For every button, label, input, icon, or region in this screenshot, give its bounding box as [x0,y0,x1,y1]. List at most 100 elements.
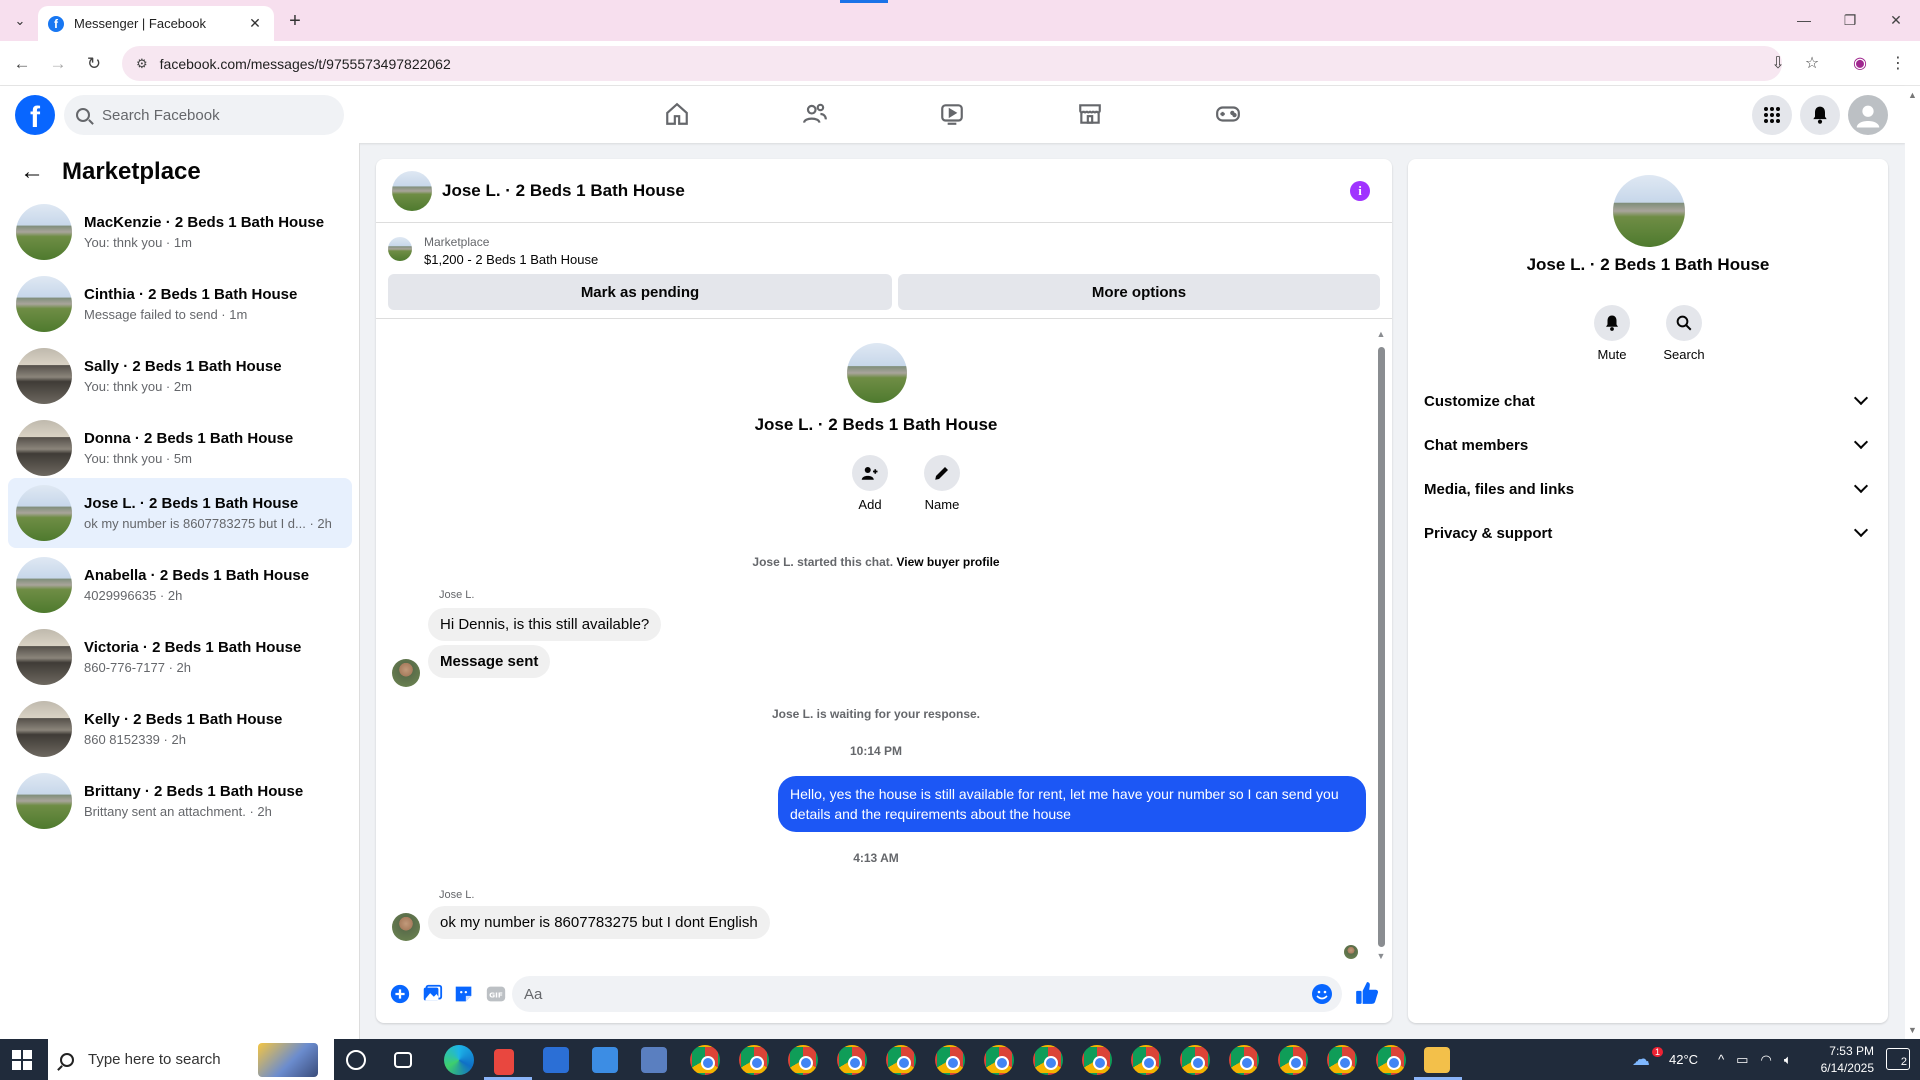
video-icon[interactable] [922,94,982,134]
tray-chevron-icon[interactable]: ^ [1718,1052,1724,1067]
address-bar[interactable]: ⚙ facebook.com/messages/t/97555734978220… [122,46,1782,81]
facebook-search[interactable] [64,95,344,135]
minimize-icon[interactable]: — [1789,8,1819,32]
volume-icon[interactable]: 🔈︎ [1784,1052,1792,1068]
mail-icon[interactable] [592,1047,618,1073]
listing-thumbnail[interactable] [388,237,412,261]
scroll-up-icon[interactable]: ▲ [1908,90,1917,100]
system-clock[interactable]: 7:53 PM 6/14/2025 [1821,1043,1874,1077]
incoming-message[interactable]: Message sent [428,645,551,678]
page-scrollbar[interactable]: ▲ ▼ [1905,86,1920,1039]
chat-members-row[interactable]: Chat members [1424,423,1872,467]
chrome-icon[interactable] [935,1045,965,1075]
chrome-icon[interactable] [1033,1045,1063,1075]
site-info-icon[interactable]: ⚙ [136,56,148,72]
scroll-down-icon[interactable]: ▼ [1376,951,1386,961]
store-icon[interactable] [543,1047,569,1073]
scroll-thumb[interactable] [1378,347,1385,947]
profile-icon[interactable]: ◉ [1848,51,1872,75]
tab-search-chevron-icon[interactable]: ⌄ [8,9,32,33]
listing-price[interactable]: $1,200 - 2 Beds 1 Bath House [424,252,598,267]
chrome-icon[interactable] [1376,1045,1406,1075]
restore-icon[interactable]: ❐ [1835,8,1865,32]
back-arrow-icon[interactable]: ← [20,158,44,186]
pinned-app-icon[interactable] [494,1049,514,1075]
incoming-message[interactable]: ok my number is 8607783275 but I dont En… [428,906,770,939]
customize-chat-row[interactable]: Customize chat [1424,379,1872,423]
incoming-message[interactable]: Hi Dennis, is this still available? [428,608,662,641]
home-icon[interactable] [647,94,707,134]
chrome-icon[interactable] [1131,1045,1161,1075]
conversation-item[interactable]: Kelly · 2 Beds 1 Bath House 860 8152339 ·… [8,694,352,764]
taskbar-search[interactable] [48,1039,334,1080]
conversation-item[interactable]: MacKenzie · 2 Beds 1 Bath House You: thnk… [8,197,352,267]
scroll-down-icon[interactable]: ▼ [1908,1025,1917,1035]
view-buyer-profile-link[interactable]: View buyer profile [896,555,999,569]
privacy-support-row[interactable]: Privacy & support [1424,511,1872,555]
notification-center-icon[interactable]: 2 [1886,1048,1910,1070]
forward-arrow-icon[interactable]: → [45,51,71,77]
scroll-up-icon[interactable]: ▲ [1376,329,1386,339]
calculator-icon[interactable] [641,1047,667,1073]
back-arrow-icon[interactable]: ← [9,51,35,77]
details-avatar[interactable] [1613,175,1685,247]
mute-button[interactable]: Mute [1582,305,1642,362]
chrome-icon[interactable] [788,1045,818,1075]
like-thumb-icon[interactable] [1354,980,1380,1006]
conversation-item[interactable]: Victoria · 2 Beds 1 Bath House 860-776-71… [8,622,352,692]
new-tab-plus-icon[interactable]: + [283,9,307,33]
chrome-menu-icon[interactable]: ⋮ [1886,51,1910,75]
more-actions-plus-icon[interactable] [388,982,412,1006]
chrome-icon[interactable] [1180,1045,1210,1075]
chrome-icon[interactable] [837,1045,867,1075]
conversation-item[interactable]: Donna · 2 Beds 1 Bath House You: thnk you… [8,413,352,483]
sticker-icon[interactable] [452,982,476,1006]
chrome-icon[interactable] [886,1045,916,1075]
add-people-button[interactable]: Add [840,455,900,512]
conversation-info-icon[interactable]: i [1350,181,1370,201]
name-chat-button[interactable]: Name [912,455,972,512]
gaming-icon[interactable] [1198,94,1258,134]
conversation-item[interactable]: Anabella · 2 Beds 1 Bath House 4029996635… [8,550,352,620]
mark-as-pending-button[interactable]: Mark as pending [388,274,892,310]
url-text[interactable]: facebook.com/messages/t/9755573497822062 [160,56,451,72]
account-avatar-icon[interactable] [1848,95,1888,135]
chrome-icon[interactable] [1278,1045,1308,1075]
browser-tab-messenger[interactable]: f Messenger | Facebook ✕ [38,6,274,41]
chrome-icon[interactable] [739,1045,769,1075]
sender-avatar[interactable] [392,913,420,941]
search-in-conversation-button[interactable]: Search [1654,305,1714,362]
network-icon[interactable]: ◠ [1760,1052,1771,1068]
facebook-logo-icon[interactable]: f [15,95,55,135]
menu-grid-icon[interactable] [1752,95,1792,135]
taskbar-search-input[interactable] [88,1051,258,1068]
edge-icon[interactable] [444,1045,474,1075]
temperature[interactable]: 42°C [1669,1052,1698,1067]
marketplace-icon[interactable] [1060,94,1120,134]
conversation-item[interactable]: Sally · 2 Beds 1 Bath House You: thnk you… [8,341,352,411]
media-files-links-row[interactable]: Media, files and links [1424,467,1872,511]
thread-scrollbar[interactable]: ▲ ▼ [1376,329,1386,961]
conversation-item[interactable]: Brittany · 2 Beds 1 Bath House Brittany s… [8,766,352,836]
chat-title[interactable]: Jose L. · 2 Beds 1 Bath House [442,181,685,201]
chrome-icon[interactable] [690,1045,720,1075]
window-close-icon[interactable]: ✕ [1881,8,1911,32]
bookmark-star-icon[interactable]: ☆ [1800,51,1824,75]
chrome-icon[interactable] [1327,1045,1357,1075]
install-app-icon[interactable]: ⇩ [1766,51,1790,75]
task-view-icon[interactable] [394,1052,412,1068]
sender-avatar[interactable] [392,659,420,687]
cortana-icon[interactable] [346,1050,366,1070]
attach-photo-icon[interactable] [420,982,444,1006]
windows-start-icon[interactable] [12,1050,32,1070]
outgoing-message[interactable]: Hello, yes the house is still available … [778,776,1366,832]
file-explorer-icon[interactable] [1424,1047,1450,1073]
facebook-search-input[interactable] [102,106,302,124]
chrome-icon[interactable] [984,1045,1014,1075]
chat-avatar[interactable] [392,170,432,211]
conversation-item-active[interactable]: Jose L. · 2 Beds 1 Bath House ok my numbe… [8,478,352,548]
conversation-item[interactable]: Cinthia · 2 Beds 1 Bath House Message fai… [8,269,352,339]
message-input[interactable] [524,985,1284,1003]
notifications-bell-icon[interactable] [1800,95,1840,135]
chrome-icon[interactable] [1082,1045,1112,1075]
